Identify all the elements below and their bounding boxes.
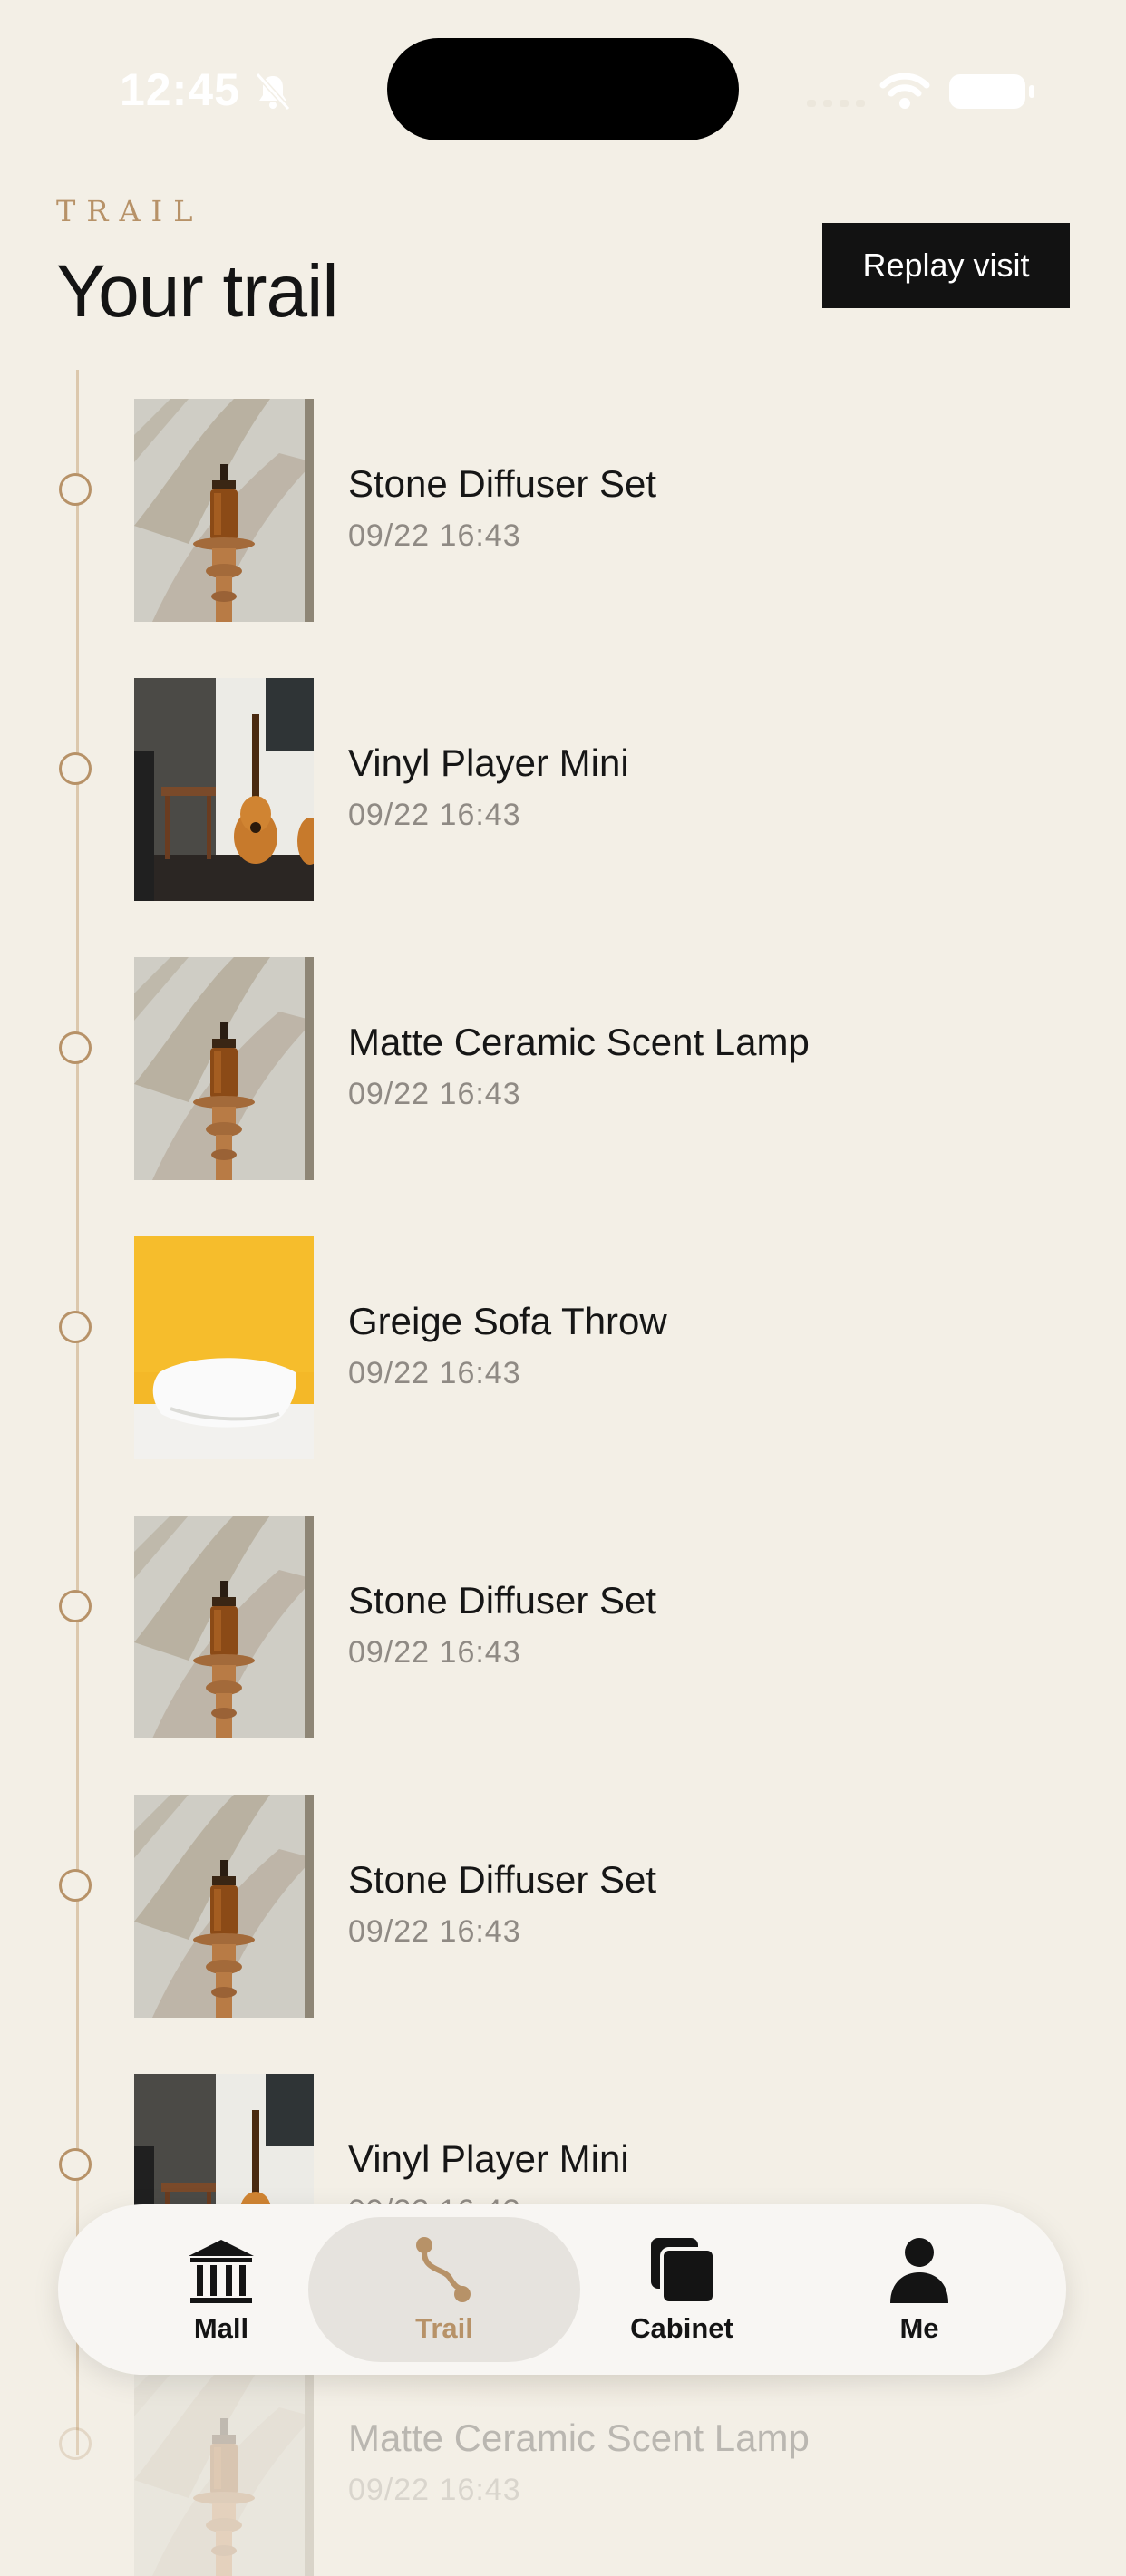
tab-me[interactable]: Me — [783, 2217, 1055, 2362]
bell-slash-icon — [255, 72, 291, 111]
trail-entry[interactable]: Stone Diffuser Set 09/22 16:43 — [0, 1795, 1126, 2018]
tab-label: Mall — [193, 2312, 249, 2344]
stack-icon — [651, 2238, 716, 2305]
product-thumbnail[interactable] — [134, 1516, 314, 1738]
visit-time: 09/22 16:43 — [348, 1077, 521, 1111]
timeline-dot — [59, 1031, 92, 1064]
visit-time: 09/22 16:43 — [348, 1635, 521, 1670]
product-thumbnail[interactable] — [134, 1236, 314, 1459]
trail-entry[interactable]: Stone Diffuser Set 09/22 16:43 — [0, 399, 1126, 622]
product-thumbnail[interactable] — [134, 1795, 314, 2018]
tab-label: Cabinet — [630, 2312, 733, 2344]
visit-time: 09/22 16:43 — [348, 1914, 521, 1949]
product-name: Matte Ceramic Scent Lamp — [348, 2416, 810, 2459]
timeline-dot — [59, 1869, 92, 1902]
product-name: Vinyl Player Mini — [348, 2137, 629, 2180]
visit-time: 09/22 16:43 — [348, 798, 521, 832]
tab-label: Me — [899, 2312, 939, 2344]
tab-trail[interactable]: Trail — [308, 2217, 580, 2362]
tab-cabinet[interactable]: Cabinet — [546, 2217, 818, 2362]
product-name: Stone Diffuser Set — [348, 1579, 657, 1622]
museum-icon — [189, 2240, 254, 2303]
page-title: Your trail — [56, 250, 339, 333]
visit-time: 09/22 16:43 — [348, 1356, 521, 1390]
tab-label: Trail — [415, 2312, 473, 2344]
replay-visit-button[interactable]: Replay visit — [822, 223, 1070, 308]
tab-bar: Mall Trail Cabinet Me — [58, 2204, 1066, 2375]
product-name: Stone Diffuser Set — [348, 1858, 657, 1901]
route-icon — [416, 2237, 471, 2302]
wifi-icon — [879, 73, 930, 109]
product-name: Stone Diffuser Set — [348, 462, 657, 505]
trail-entry[interactable]: Stone Diffuser Set 09/22 16:43 — [0, 1516, 1126, 1738]
timeline-dot — [59, 473, 92, 506]
product-thumbnail[interactable] — [134, 399, 314, 622]
timeline-dot — [59, 1311, 92, 1343]
timeline-dot — [59, 752, 92, 785]
trail-entry[interactable]: Matte Ceramic Scent Lamp 09/22 16:43 — [0, 957, 1126, 1180]
person-icon — [890, 2238, 948, 2303]
pillow-photo — [134, 1236, 314, 1459]
diffuser-photo — [134, 957, 314, 1180]
diffuser-photo — [134, 1795, 314, 2018]
trail-entry[interactable]: Greige Sofa Throw 09/22 16:43 — [0, 1236, 1126, 1459]
diffuser-photo — [134, 399, 314, 622]
timeline-dot — [59, 2148, 92, 2181]
product-thumbnail[interactable] — [134, 957, 314, 1180]
timeline-dot — [59, 1590, 92, 1622]
dynamic-island — [387, 38, 739, 140]
battery-icon — [949, 74, 1025, 109]
section-eyebrow: TRAIL — [56, 194, 204, 228]
visit-time: 09/22 16:43 — [348, 518, 521, 553]
diffuser-photo — [134, 1516, 314, 1738]
product-name: Vinyl Player Mini — [348, 741, 629, 784]
product-thumbnail[interactable] — [134, 678, 314, 901]
cellular-signal-icon — [807, 100, 865, 107]
trail-entry[interactable]: Vinyl Player Mini 09/22 16:43 — [0, 678, 1126, 901]
battery-cap — [1029, 85, 1034, 98]
product-name: Greige Sofa Throw — [348, 1300, 667, 1342]
product-name: Matte Ceramic Scent Lamp — [348, 1021, 810, 1063]
timeline-dot — [59, 2427, 92, 2460]
room-guitar-photo — [134, 678, 314, 901]
visit-time: 09/22 16:43 — [348, 2473, 521, 2507]
status-time: 12:45 — [120, 64, 240, 115]
